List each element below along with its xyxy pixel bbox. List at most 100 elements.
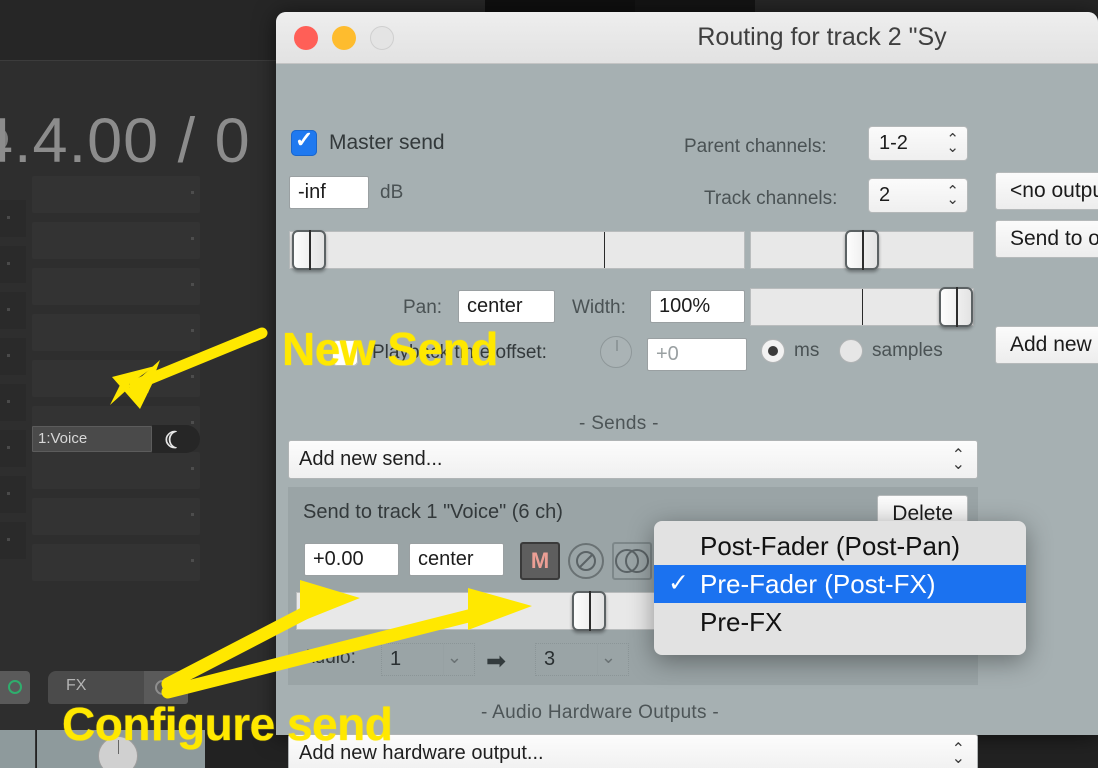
combo-arrows-icon[interactable]: ⌃ ⌄ — [952, 447, 965, 472]
send-pan-field[interactable]: center — [409, 543, 504, 576]
add-new-receive-button[interactable]: Add new r — [995, 326, 1098, 364]
volume-unit-label: dB — [380, 182, 404, 203]
tcp-row[interactable] — [32, 176, 200, 213]
right-arrow-icon: ➡ — [486, 648, 507, 675]
width-label: Width: — [572, 297, 626, 318]
pan-label: Pan: — [403, 297, 443, 318]
select-divider — [443, 644, 444, 675]
tcp-row[interactable] — [32, 222, 200, 259]
send-audio-dest-value: 3 — [544, 648, 556, 670]
master-width-slider-thumb[interactable] — [939, 287, 973, 327]
stepper-arrows-icon[interactable]: ⌃ ⌄ — [946, 132, 959, 155]
unit-ms-radio[interactable] — [761, 339, 785, 363]
add-new-send-combo[interactable]: Add new send... ⌃ ⌄ — [288, 440, 978, 479]
phase-invert-icon[interactable] — [566, 542, 606, 580]
send-volume-field[interactable]: +0.00 — [304, 543, 399, 576]
track-channels-value: 2 — [879, 184, 891, 206]
no-output-button[interactable]: <no outpu — [995, 172, 1098, 210]
master-send-label: Master send — [329, 131, 445, 154]
tcp-row[interactable] — [32, 544, 200, 581]
menu-item-post-fader[interactable]: Post-Fader (Post-Pan) — [654, 527, 1026, 565]
transport-time-display[interactable]: 4.4.00 / 0 — [0, 105, 251, 177]
send-audio-label: Audio: — [302, 647, 356, 668]
combo-arrows-icon[interactable]: ⌃ ⌄ — [952, 741, 965, 766]
tcp-left-cell[interactable] — [0, 200, 26, 237]
parent-channels-label: Parent channels: — [684, 136, 827, 157]
tcp-left-cell[interactable] — [0, 430, 26, 467]
width-field[interactable]: 100% — [650, 290, 745, 323]
stepper-arrows-icon[interactable]: ⌃ ⌄ — [946, 184, 959, 207]
chevron-down-icon[interactable]: ⌄ — [447, 647, 462, 668]
send-to-other-button[interactable]: Send to o — [995, 220, 1098, 258]
checkmark-icon: ✓ — [668, 569, 689, 597]
tcp-left-cell[interactable] — [0, 246, 26, 283]
playback-offset-knob[interactable] — [600, 336, 632, 368]
screenshot-root: 4.4.00 / 0 ☾ 1:Voice FX Routing for trac… — [0, 0, 1098, 768]
annotation-configure-send: Configure send — [62, 698, 393, 750]
routing-window-titlebar[interactable]: Routing for track 2 "Sy — [276, 12, 1098, 64]
tcp-row[interactable] — [32, 498, 200, 535]
track-control-panel — [0, 170, 286, 670]
playback-offset-field[interactable]: +0 — [647, 338, 747, 371]
master-volume-slider[interactable] — [289, 230, 745, 270]
tcp-left-cell[interactable] — [0, 384, 26, 421]
track-name-field[interactable]: 1:Voice — [32, 426, 152, 452]
unit-samples-radio[interactable] — [839, 339, 863, 363]
fx-button-label: FX — [66, 677, 87, 694]
master-pan-slider[interactable] — [750, 230, 974, 270]
pan-glyph-icon: ☾ — [164, 427, 185, 453]
menu-item-label: Pre-Fader (Post-FX) — [700, 568, 936, 599]
bottom-bar-left-cell[interactable] — [0, 730, 36, 768]
menu-item-pre-fader[interactable]: ✓ Pre-Fader (Post-FX) — [654, 565, 1026, 603]
master-volume-slider-thumb[interactable] — [292, 230, 326, 270]
master-send-checkbox[interactable] — [291, 127, 317, 156]
send-entry-title: Send to track 1 "Voice" (6 ch) — [303, 501, 563, 523]
menu-item-label: Post-Fader (Post-Pan) — [700, 530, 961, 561]
master-width-slider[interactable] — [750, 287, 974, 327]
pan-field[interactable]: center — [458, 290, 555, 323]
send-audio-source-value: 1 — [390, 648, 402, 670]
tcp-left-cell[interactable] — [0, 338, 26, 375]
tcp-row[interactable] — [32, 452, 200, 489]
master-pan-slider-thumb[interactable] — [845, 230, 879, 270]
send-audio-dest-select[interactable]: 3 ⌄ — [535, 643, 629, 676]
unit-samples-label: samples — [872, 340, 943, 361]
window-title: Routing for track 2 "Sy — [697, 23, 947, 51]
slider-center-tick — [862, 289, 863, 325]
tcp-left-cell[interactable] — [0, 292, 26, 329]
tcp-left-cell[interactable] — [0, 476, 26, 513]
parent-channels-stepper[interactable]: 1-2 ⌃ ⌄ — [868, 126, 968, 161]
unit-ms-label: ms — [794, 340, 820, 361]
tcp-left-cell[interactable] — [0, 522, 26, 559]
playback-offset-placeholder: +0 — [656, 343, 679, 365]
tcp-row[interactable] — [32, 314, 200, 351]
chevron-down-icon[interactable]: ⌄ — [601, 647, 616, 668]
menu-item-pre-fx[interactable]: Pre-FX — [654, 603, 1026, 641]
mono-stereo-icon[interactable] — [612, 542, 652, 580]
send-audio-source-select[interactable]: 1 ⌄ — [381, 643, 475, 676]
send-volume-slider[interactable] — [296, 591, 660, 631]
hardware-outputs-section-label: - Audio Hardware Outputs - — [481, 702, 720, 723]
select-divider — [597, 644, 598, 675]
parent-channels-value: 1-2 — [879, 132, 908, 154]
fx-power-icon[interactable] — [155, 680, 170, 695]
slider-center-tick — [604, 232, 605, 268]
track-channels-label: Track channels: — [704, 188, 838, 209]
send-volume-slider-thumb[interactable] — [572, 591, 606, 631]
tcp-row[interactable] — [32, 360, 200, 397]
io-led-icon — [8, 680, 22, 694]
track-io-button[interactable] — [0, 671, 30, 704]
send-mute-label: M — [530, 548, 550, 573]
track-channels-stepper[interactable]: 2 ⌃ ⌄ — [868, 178, 968, 213]
add-new-send-label: Add new send... — [299, 448, 443, 470]
annotation-new-send: New Send — [282, 323, 498, 375]
menu-item-label: Pre-FX — [700, 606, 783, 637]
send-mode-dropdown-menu[interactable]: Post-Fader (Post-Pan) ✓ Pre-Fader (Post-… — [654, 521, 1026, 655]
sends-section-label: - Sends - — [579, 413, 659, 434]
track-pan-knob[interactable]: ☾ — [152, 425, 200, 453]
master-volume-field[interactable]: -inf — [289, 176, 369, 209]
send-mute-button[interactable]: M — [520, 542, 560, 580]
tcp-row[interactable] — [32, 268, 200, 305]
phase-invert-glyph — [568, 543, 604, 579]
mono-stereo-glyph — [615, 549, 649, 573]
